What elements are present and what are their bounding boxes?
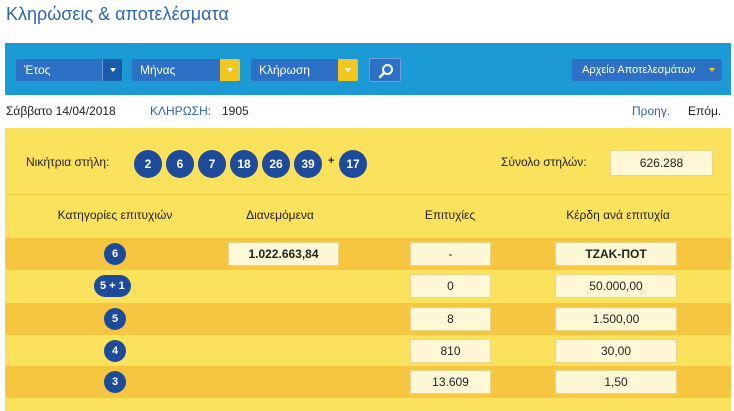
prize-cell: 50.000,00 <box>555 274 677 298</box>
winning-number: 7 <box>198 150 226 178</box>
category-badge: 3 <box>104 371 126 393</box>
table-row: 5 8 1.500,00 <box>5 303 731 335</box>
draw-dropdown-label: Κλήρωση <box>259 63 310 77</box>
total-columns-label: Σύνολο στηλών: <box>501 155 587 169</box>
search-icon <box>378 64 393 79</box>
year-dropdown-label: Έτος <box>24 63 51 77</box>
chevron-down-icon <box>102 59 122 81</box>
category-badge: 6 <box>104 243 126 265</box>
results-panel: Νικήτρια στήλη: 2 6 7 18 26 39 + 17 Σύνο… <box>5 128 731 411</box>
header-categories: Κατηγορίες επιτυχιών <box>57 208 173 222</box>
winners-cell: 13.609 <box>410 370 491 394</box>
next-link[interactable]: Επόμ. <box>688 104 721 118</box>
winners-cell: - <box>410 242 491 266</box>
draw-dropdown[interactable]: Κλήρωση <box>251 59 358 81</box>
divider <box>5 194 731 195</box>
total-columns-value: 626.288 <box>610 150 713 176</box>
chevron-down-icon <box>338 59 358 81</box>
filter-bar: Έτος Μήνας Κλήρωση Αρχείο Αποτελεσμάτων <box>5 43 731 95</box>
winning-number: 26 <box>262 150 290 178</box>
caret-down-icon <box>709 68 715 72</box>
year-dropdown[interactable]: Έτος <box>16 59 122 81</box>
distributed-cell: 1.022.663,84 <box>228 242 339 266</box>
category-badge: 4 <box>104 340 126 362</box>
draw-number: 1905 <box>222 104 249 118</box>
month-dropdown-label: Μήνας <box>140 63 176 77</box>
header-prize-per-winner: Κέρδη ανά επιτυχία <box>566 208 670 222</box>
prize-cell: ΤΖΑΚ-ΠΟΤ <box>555 242 677 266</box>
table-row: 5 + 1 0 50.000,00 <box>5 270 731 302</box>
winners-cell: 8 <box>410 307 491 331</box>
month-dropdown[interactable]: Μήνας <box>132 59 240 81</box>
winning-column-label: Νικήτρια στήλη: <box>26 155 110 169</box>
table-row: 4 810 30,00 <box>5 335 731 367</box>
winning-number: 18 <box>230 150 258 178</box>
joker-number: 17 <box>339 150 367 178</box>
winning-number: 6 <box>166 150 194 178</box>
category-badge: 5 + 1 <box>94 275 131 297</box>
category-badge: 5 <box>104 308 126 330</box>
table-row: 3 13.609 1,50 <box>5 366 731 398</box>
draw-label: ΚΛΗΡΩΣΗ: <box>150 104 212 118</box>
draw-date: Σάββατο 14/04/2018 <box>6 104 116 118</box>
header-distributed: Διανεμόμενα <box>246 208 314 222</box>
header-winners: Επιτυχίες <box>424 208 476 222</box>
plus-sign: + <box>328 155 335 167</box>
winning-number: 2 <box>134 150 162 178</box>
previous-link[interactable]: Προηγ. <box>632 104 670 118</box>
winning-number: 39 <box>294 150 322 178</box>
archive-button[interactable]: Αρχείο Αποτελεσμάτων <box>572 59 722 81</box>
chevron-down-icon <box>220 59 240 81</box>
archive-button-label: Αρχείο Αποτελεσμάτων <box>582 64 696 76</box>
prize-cell: 1.500,00 <box>555 307 677 331</box>
table-row: 6 1.022.663,84 - ΤΖΑΚ-ΠΟΤ <box>5 238 731 270</box>
page-title: Κληρώσεις & αποτελέσματα <box>6 4 229 24</box>
search-button[interactable] <box>369 58 401 82</box>
prize-cell: 1,50 <box>555 370 677 394</box>
winners-cell: 0 <box>410 274 491 298</box>
prize-cell: 30,00 <box>555 339 677 363</box>
winners-cell: 810 <box>410 339 491 363</box>
draw-info: Σάββατο 14/04/2018 ΚΛΗΡΩΣΗ: 1905 Προηγ. … <box>6 104 728 120</box>
